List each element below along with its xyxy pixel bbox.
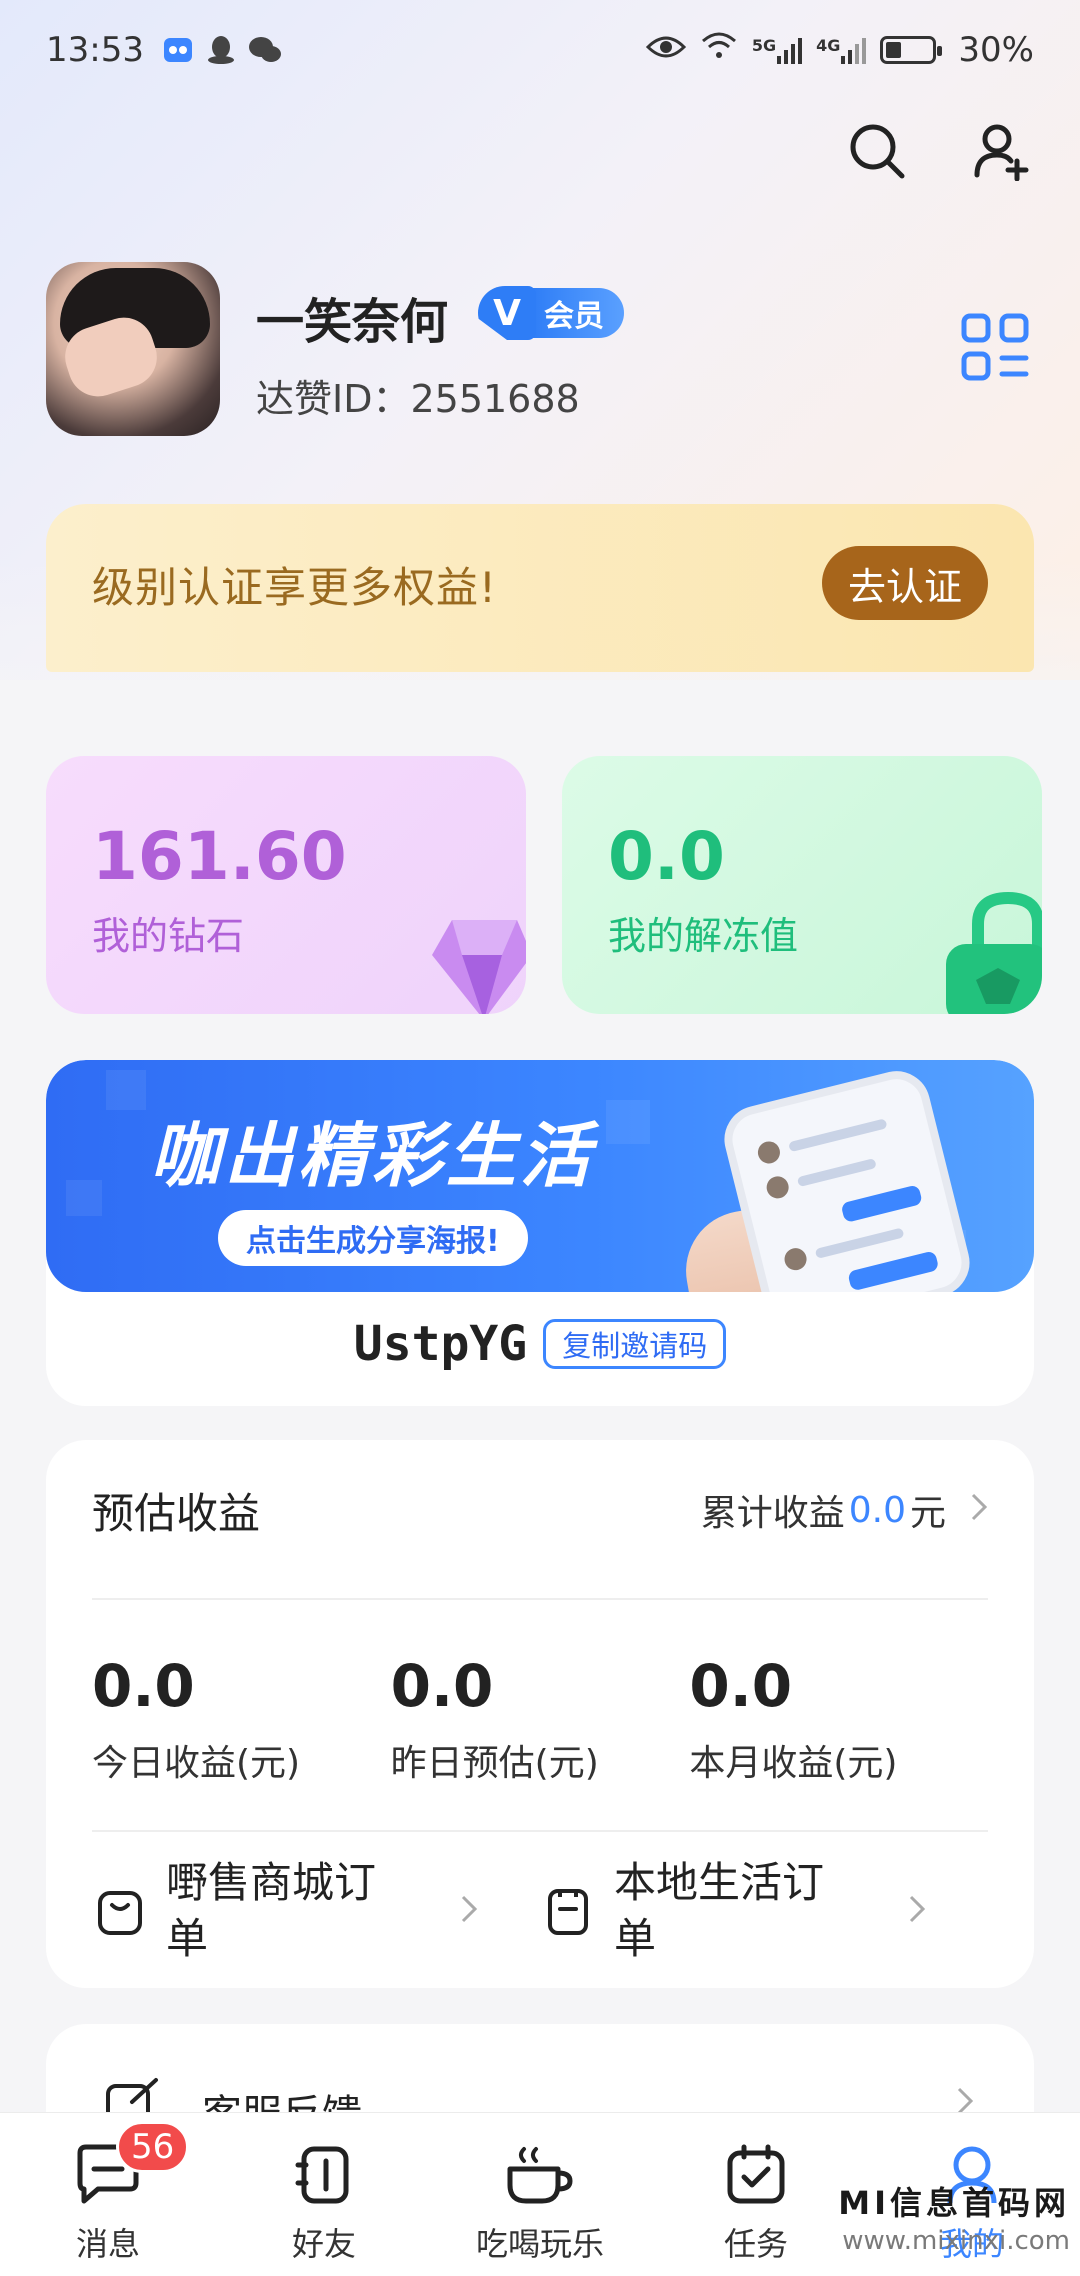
phone-message — [847, 1250, 940, 1292]
phone-avatar — [782, 1245, 809, 1273]
phone-line — [788, 1118, 888, 1153]
signal-4g-icon: 4G — [816, 36, 867, 64]
generate-poster-button[interactable]: 点击生成分享海报! — [218, 1210, 528, 1266]
share-poster-banner[interactable]: 咖出精彩生活 点击生成分享海报! — [46, 1060, 1034, 1292]
add-friend-icon[interactable] — [968, 118, 1034, 184]
mall-orders-link[interactable]: 嘢售商城订单 — [92, 1846, 540, 1976]
vip-mark: V — [478, 286, 536, 340]
nav-label: 好友 — [291, 2225, 356, 2263]
battery-percent: 30% — [958, 30, 1034, 70]
battery-icon — [880, 36, 943, 64]
stat-label: 昨日预估(元) — [390, 1743, 599, 1784]
local-life-orders-link[interactable]: 本地生活订单 — [540, 1846, 988, 1976]
nav-label: 任务 — [723, 2225, 788, 2263]
mall-orders-label: 嘢售商城订单 — [166, 1858, 377, 1963]
unfreeze-value: 0.0 — [608, 818, 725, 895]
invite-code: UstpYG — [353, 1316, 528, 1372]
copy-invite-code-button[interactable]: 复制邀请码 — [543, 1319, 727, 1369]
earnings-header[interactable]: 预估收益 累计收益 0.0 元 — [92, 1480, 988, 1540]
stat-month: 0.0 本月收益(元) — [689, 1652, 988, 1786]
signal-4g-label: 4G — [816, 36, 841, 55]
stat-value: 0.0 — [689, 1652, 793, 1720]
status-time: 13:53 — [46, 30, 144, 70]
poster-phone-illustration — [717, 1064, 977, 1292]
phone-avatar — [755, 1139, 783, 1166]
total-earnings-value: 0.0 — [848, 1489, 906, 1531]
earnings-card: 预估收益 累计收益 0.0 元 0.0 今日收益(元) 0.0 昨日预估(元) … — [46, 1440, 1034, 1988]
certification-banner[interactable]: 级别认证享更多权益! 去认证 — [46, 504, 1034, 672]
nav-messages[interactable]: 消息 56 — [0, 2113, 216, 2276]
phone-line — [814, 1227, 905, 1259]
watermark-title: MI信息首码网 — [838, 2184, 1070, 2222]
divider — [92, 1830, 988, 1832]
stat-label: 今日收益(元) — [92, 1743, 301, 1784]
total-earnings[interactable]: 累计收益 0.0 元 — [701, 1484, 988, 1536]
coffee-cup-icon — [504, 2139, 576, 2211]
phone-line — [796, 1158, 877, 1188]
contacts-icon — [288, 2139, 360, 2211]
certification-text: 级别认证享更多权益! — [92, 563, 497, 612]
status-right: 5G 4G 30% — [645, 30, 1034, 71]
chevron-right-icon — [970, 1490, 988, 1531]
poster-decor — [106, 1070, 146, 1110]
stat-value: 0.0 — [92, 1652, 195, 1720]
stat-value: 0.0 — [390, 1652, 494, 1720]
unfreeze-card[interactable]: 0.0 我的解冻值 — [562, 756, 1042, 1014]
wechat-icon — [248, 35, 282, 65]
earnings-stats: 0.0 今日收益(元) 0.0 昨日预估(元) 0.0 本月收益(元) — [92, 1652, 988, 1786]
app-notification-icon — [162, 34, 194, 66]
ticket-icon — [540, 1883, 596, 1939]
signal-5g-label: 5G — [751, 36, 777, 55]
qr-code-icon[interactable] — [960, 312, 1030, 382]
signal-5g-icon: 5G — [751, 36, 803, 64]
total-earnings-unit: 元 — [909, 1493, 946, 1534]
wifi-icon — [700, 30, 738, 71]
diamond-value: 161.60 — [92, 818, 347, 895]
shopping-bag-icon — [92, 1883, 148, 1939]
order-links: 嘢售商城订单 本地生活订单 — [92, 1846, 988, 1976]
nav-label: 吃喝玩乐 — [475, 2225, 604, 2263]
top-actions — [844, 118, 1034, 184]
divider — [92, 1598, 988, 1600]
user-name: 一笑奈何 — [256, 294, 449, 350]
lock-icon — [946, 891, 1042, 1014]
poster-title: 咖出精彩生活 — [150, 1115, 594, 1197]
search-icon[interactable] — [844, 118, 910, 184]
watermark-url: www.mixinxi.com — [842, 2226, 1070, 2256]
diamond-gem-icon — [432, 920, 526, 1014]
phone-avatar — [764, 1174, 791, 1201]
chevron-right-icon — [908, 1894, 926, 1928]
nav-tasks[interactable]: 任务 — [648, 2113, 864, 2276]
poster-decor — [66, 1180, 102, 1216]
share-card: 咖出精彩生活 点击生成分享海报! UstpYG 复制邀请码 — [46, 1060, 1034, 1406]
user-id: 达赞ID：2551688 — [256, 377, 580, 421]
poster-decor — [606, 1100, 650, 1144]
earnings-title: 预估收益 — [92, 1488, 261, 1538]
invite-row: UstpYG 复制邀请码 — [46, 1316, 1034, 1372]
diamond-card[interactable]: 161.60 我的钻石 — [46, 756, 526, 1014]
local-life-orders-label: 本地生活订单 — [614, 1858, 825, 1963]
status-bar: 13:53 5G 4G 30% — [0, 0, 1080, 100]
certify-button[interactable]: 去认证 — [821, 546, 988, 620]
chevron-right-icon — [460, 1894, 478, 1928]
vip-label: 会员 — [530, 288, 624, 338]
unread-badge: 56 — [116, 2121, 190, 2173]
stat-today: 0.0 今日收益(元) — [92, 1652, 391, 1786]
bottom-nav: 消息 56 好友 吃喝玩乐 任务 我的 MI信息首码网 www.mixinxi.… — [0, 2112, 1080, 2276]
profile-section: 一笑奈何 V 会员 达赞ID：2551688 — [46, 262, 1036, 438]
nav-food-fun[interactable]: 吃喝玩乐 — [432, 2113, 648, 2276]
calendar-check-icon — [720, 2139, 792, 2211]
nav-label: 消息 — [75, 2225, 140, 2263]
phone-message — [840, 1184, 923, 1224]
avatar[interactable] — [46, 262, 220, 436]
eye-icon — [645, 30, 687, 70]
vip-badge[interactable]: V 会员 — [478, 286, 624, 340]
qq-icon — [206, 34, 236, 66]
nav-friends[interactable]: 好友 — [216, 2113, 432, 2276]
stat-yesterday: 0.0 昨日预估(元) — [391, 1652, 690, 1786]
stat-label: 本月收益(元) — [689, 1743, 898, 1784]
total-earnings-prefix: 累计收益 — [700, 1493, 845, 1534]
watermark: MI信息首码网 www.mixinxi.com — [838, 2178, 1070, 2256]
